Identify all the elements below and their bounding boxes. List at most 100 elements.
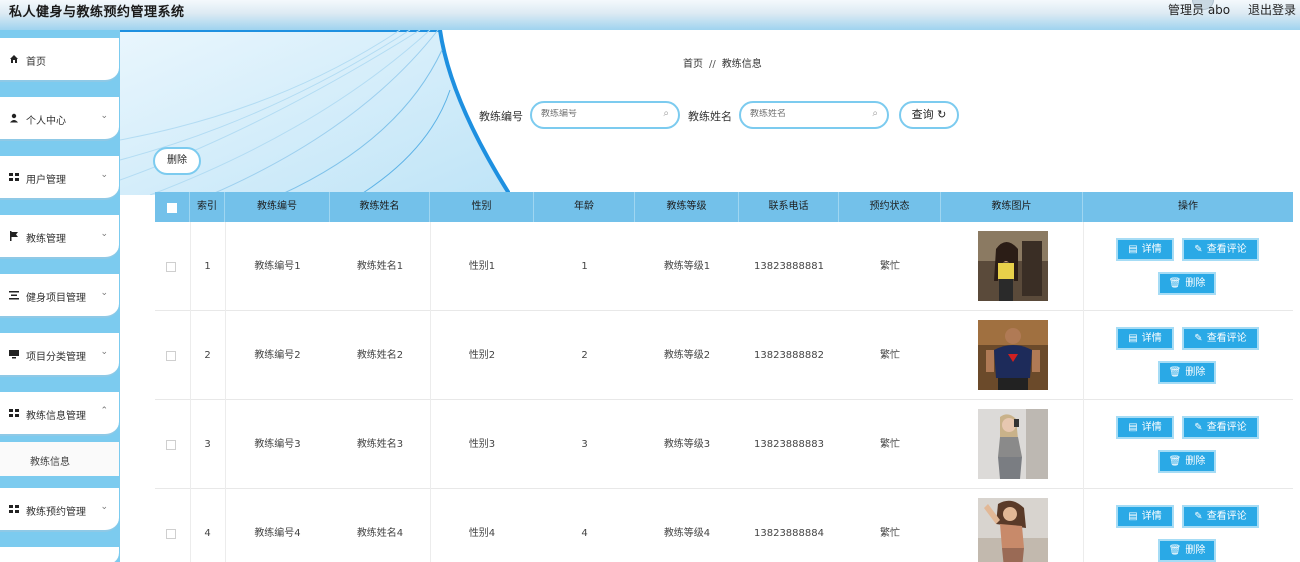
app-title: 私人健身与教练预约管理系统: [9, 5, 185, 20]
search-input-coach-code[interactable]: [541, 109, 659, 119]
sidebar-item-home[interactable]: 首页: [0, 38, 119, 82]
table-row: 4 教练编号4 教练姓名4 性别4 4 教练等级4 13823888884 繁忙…: [155, 489, 1293, 562]
logout-link[interactable]: 退出登录: [1248, 1, 1296, 18]
cell-coach-level: 教练等级4: [663, 528, 711, 539]
trash-icon: 🗑: [1168, 367, 1182, 378]
trash-icon: 🗑: [1168, 278, 1182, 289]
detail-button[interactable]: ▤ 详情: [1116, 238, 1174, 261]
cell-booking-status: 繁忙: [880, 528, 900, 539]
edit-icon: ✎: [1194, 333, 1203, 344]
detail-button[interactable]: ▤ 详情: [1116, 505, 1174, 528]
cell-gender: 性别1: [468, 261, 496, 272]
grid-icon: [9, 408, 19, 418]
coach-photo[interactable]: [978, 320, 1048, 390]
sidebar-item-coach-info-management[interactable]: 教练信息管理 ⌃: [0, 392, 119, 436]
sidebar-item-coach-booking-management[interactable]: 教练预约管理 ⌄: [0, 488, 119, 532]
header-coach-code: 教练编号: [225, 192, 330, 222]
cell-coach-level: 教练等级3: [663, 439, 711, 450]
query-button[interactable]: 查询 ↻: [899, 101, 959, 129]
cell-gender: 性别3: [468, 439, 496, 450]
cell-age: 1: [581, 261, 588, 272]
row-checkbox[interactable]: [166, 529, 176, 539]
refresh-icon: ↻: [937, 108, 947, 121]
breadcrumb-home[interactable]: 首页: [683, 59, 703, 70]
view-reviews-button[interactable]: ✎ 查看评论: [1182, 238, 1259, 261]
document-icon: ▤: [1128, 511, 1138, 522]
search-icon: ⌕: [872, 108, 878, 119]
sidebar-item-label: 教练管理: [26, 234, 66, 245]
cell-gender: 性别2: [468, 350, 496, 361]
query-button-label: 查询: [911, 108, 934, 121]
card-icon: [9, 349, 19, 359]
row-checkbox[interactable]: [166, 440, 176, 450]
chevron-down-icon: ⌄: [100, 502, 108, 512]
view-reviews-button[interactable]: ✎ 查看评论: [1182, 327, 1259, 350]
submenu-item-label: 教练信息: [30, 457, 70, 468]
row-checkbox[interactable]: [166, 262, 176, 272]
top-header: 私人健身与教练预约管理系统 管理员 abo 退出登录: [0, 0, 1300, 30]
sidebar-item-fitness-project-management[interactable]: 健身项目管理 ⌄: [0, 274, 119, 318]
cell-coach-level: 教练等级1: [663, 261, 711, 272]
view-reviews-button[interactable]: ✎ 查看评论: [1182, 416, 1259, 439]
header-coach-photo: 教练图片: [941, 192, 1083, 222]
cell-coach-name: 教练姓名2: [356, 350, 404, 361]
sidebar-item-label: 健身项目管理: [26, 293, 86, 304]
document-icon: ▤: [1128, 333, 1138, 344]
breadcrumb-separator: //: [709, 59, 716, 70]
cell-booking-status: 繁忙: [880, 350, 900, 361]
sidebar-item-category-management[interactable]: 项目分类管理 ⌄: [0, 333, 119, 377]
row-delete-button[interactable]: 🗑 删除: [1158, 361, 1216, 384]
edit-icon: ✎: [1194, 422, 1203, 433]
sidebar-item-user-management[interactable]: 用户管理 ⌄: [0, 156, 119, 200]
home-icon: [9, 54, 19, 64]
sidebar-item-more[interactable]: [0, 547, 119, 562]
cell-coach-code: 教练编号4: [254, 528, 301, 539]
search-label-coach-name: 教练姓名: [688, 110, 732, 123]
row-checkbox[interactable]: [166, 351, 176, 361]
sidebar-item-label: 用户管理: [26, 175, 66, 186]
cell-age: 3: [581, 439, 588, 450]
row-delete-button[interactable]: 🗑 删除: [1158, 272, 1216, 295]
detail-button[interactable]: ▤ 详情: [1116, 416, 1174, 439]
view-reviews-button[interactable]: ✎ 查看评论: [1182, 505, 1259, 528]
cell-age: 2: [581, 350, 588, 361]
search-input-coach-name[interactable]: [750, 109, 868, 119]
coach-photo[interactable]: [978, 498, 1048, 562]
chevron-up-icon: ⌃: [100, 406, 108, 416]
document-icon: ▤: [1128, 244, 1138, 255]
cell-phone: 13823888883: [754, 439, 824, 450]
chevron-down-icon: ⌄: [100, 347, 108, 357]
sidebar-item-personal-center[interactable]: 个人中心 ⌄: [0, 97, 119, 141]
cell-phone: 13823888884: [754, 528, 824, 539]
trash-icon: 🗑: [1168, 456, 1182, 467]
breadcrumb: 首页 // 教练信息: [683, 55, 762, 70]
select-all-checkbox[interactable]: [167, 203, 177, 213]
cell-booking-status: 繁忙: [880, 261, 900, 272]
edit-icon: ✎: [1194, 511, 1203, 522]
header-phone: 联系电话: [739, 192, 839, 222]
trash-icon: 🗑: [1168, 545, 1182, 556]
sidebar-item-coach-management[interactable]: 教练管理 ⌄: [0, 215, 119, 259]
table-row: 1 教练编号1 教练姓名1 性别1 1 教练等级1 13823888881 繁忙…: [155, 222, 1293, 311]
document-icon: ▤: [1128, 422, 1138, 433]
batch-delete-button[interactable]: 删除: [153, 147, 201, 175]
cell-coach-code: 教练编号2: [254, 350, 301, 361]
header-select-all: [155, 192, 190, 222]
chevron-down-icon: ⌄: [100, 170, 108, 180]
header-gender: 性别: [430, 192, 534, 222]
search-box-coach-code: ⌕: [530, 101, 680, 129]
table-row: 3 教练编号3 教练姓名3 性别3 3 教练等级3 13823888883 繁忙…: [155, 400, 1293, 489]
cell-coach-name: 教练姓名3: [356, 439, 404, 450]
header-coach-level: 教练等级: [635, 192, 739, 222]
coach-photo[interactable]: [978, 409, 1048, 479]
sidebar-item-label: 个人中心: [26, 116, 66, 127]
header-coach-name: 教练姓名: [330, 192, 430, 222]
row-delete-button[interactable]: 🗑 删除: [1158, 539, 1216, 562]
detail-button[interactable]: ▤ 详情: [1116, 327, 1174, 350]
submenu-item-coach-info[interactable]: 教练信息: [0, 442, 119, 476]
chevron-down-icon: ⌄: [100, 229, 108, 239]
sidebar-item-label: 项目分类管理: [26, 352, 86, 363]
row-delete-button[interactable]: 🗑 删除: [1158, 450, 1216, 473]
grid-icon: [9, 504, 19, 514]
coach-photo[interactable]: [978, 231, 1048, 301]
